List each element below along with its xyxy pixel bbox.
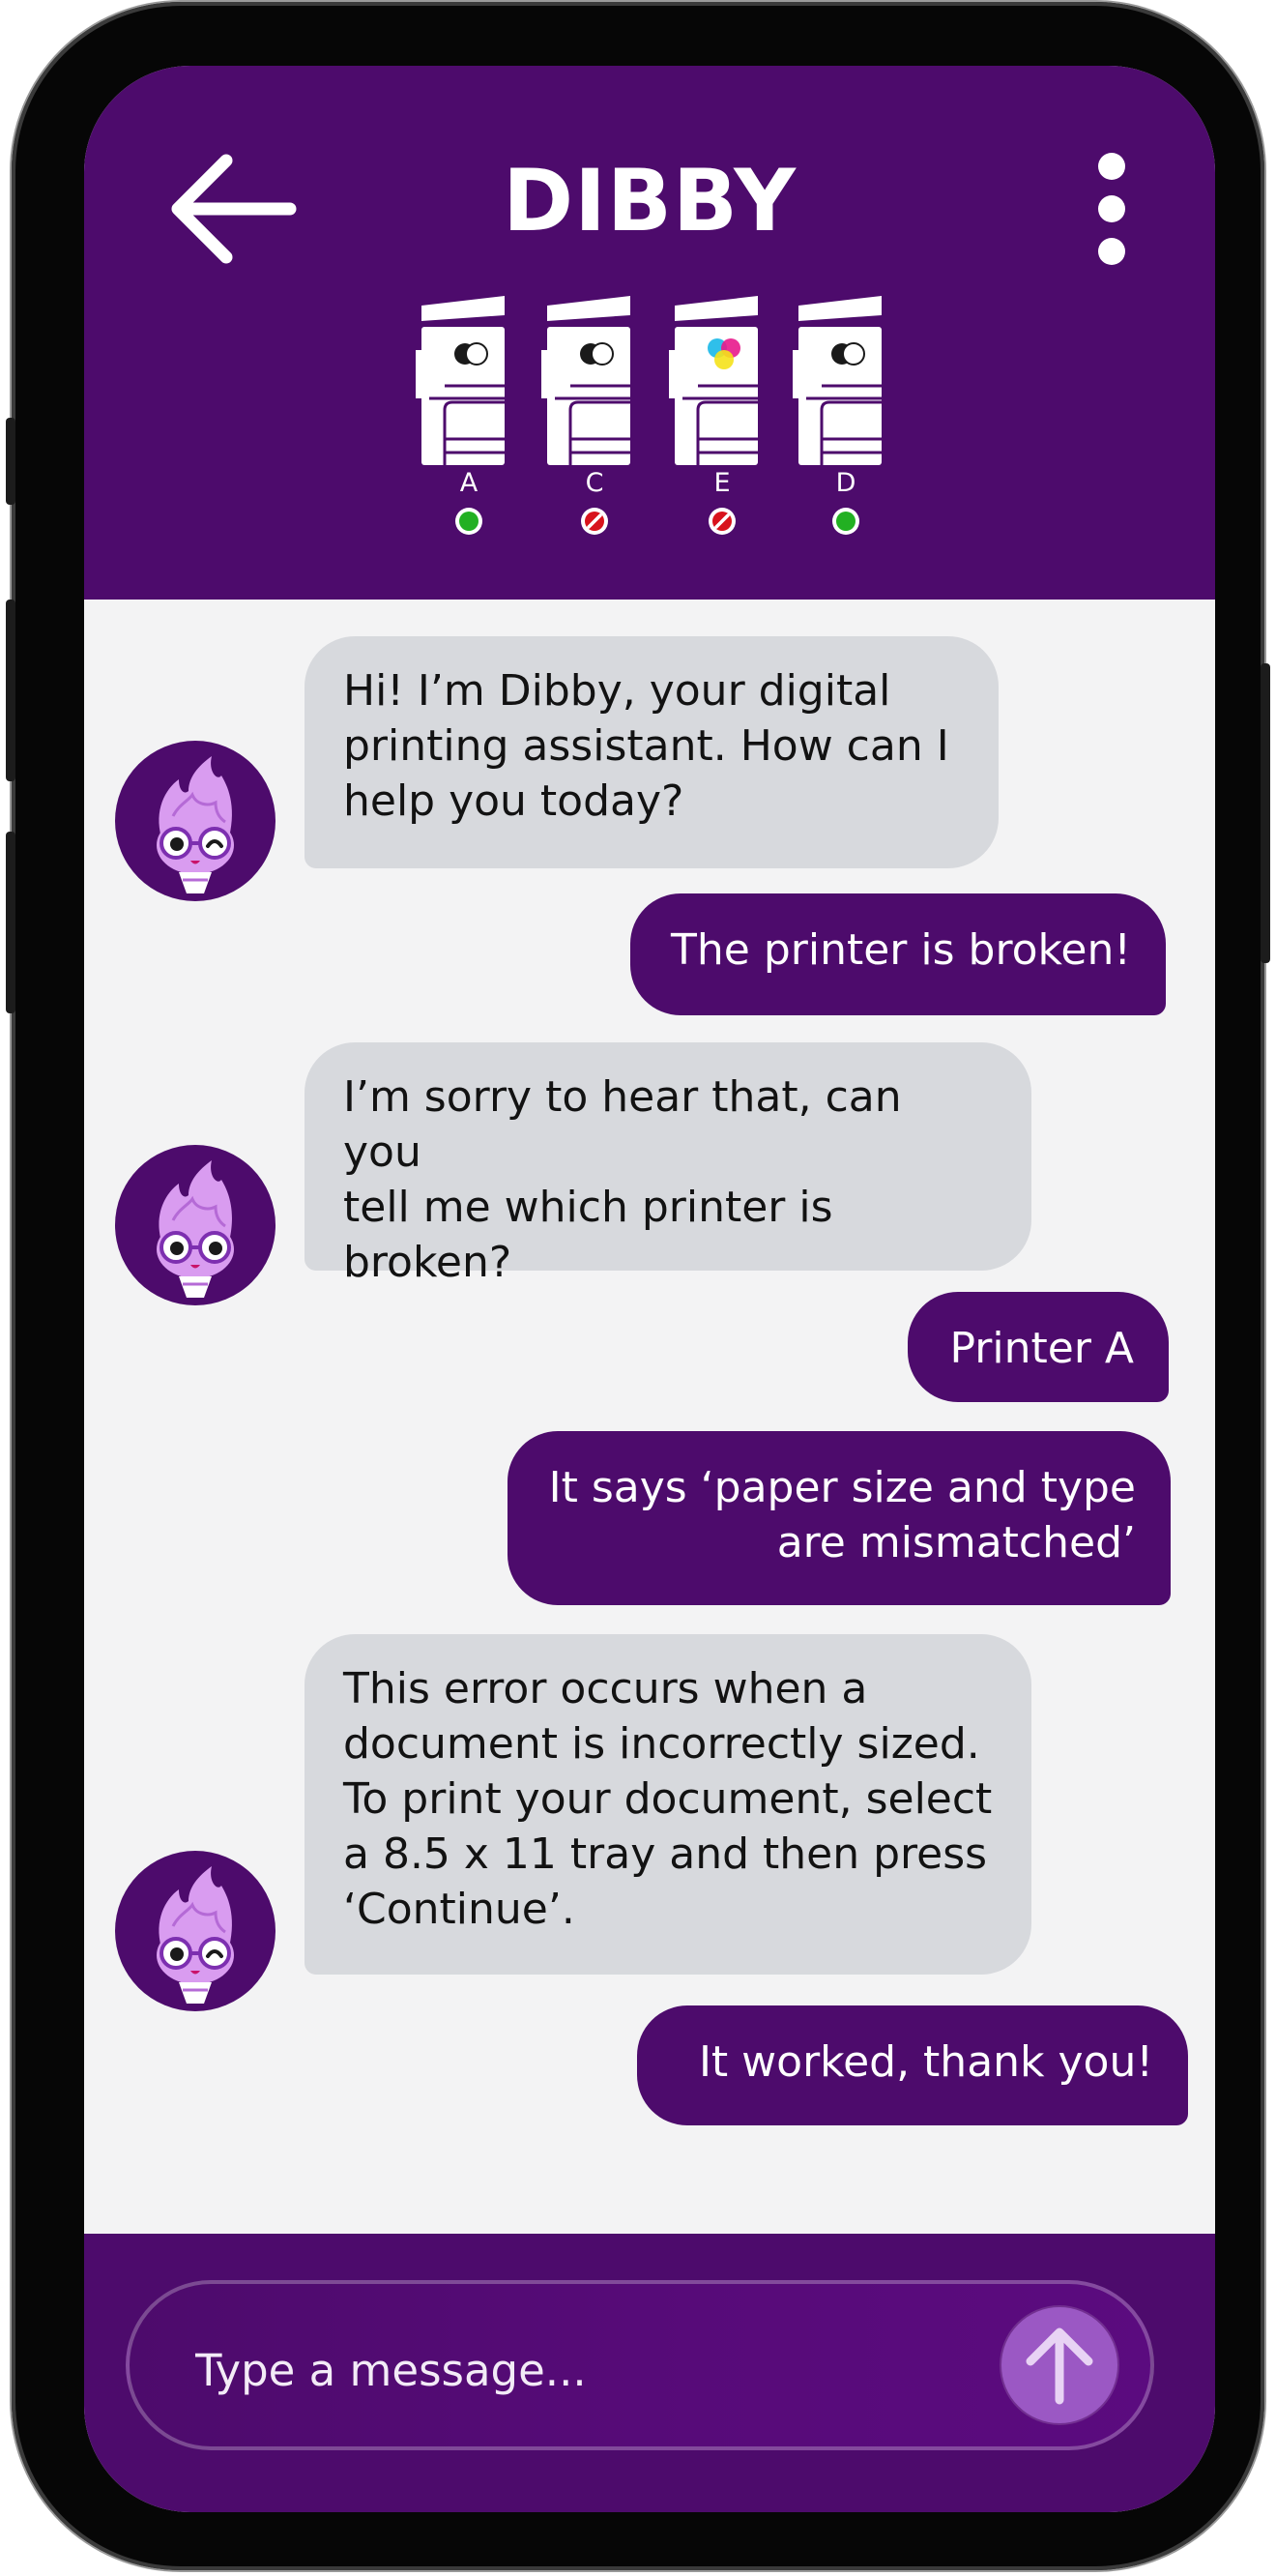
- user-message: It worked, thank you!: [637, 2005, 1188, 2125]
- status-error-icon: [581, 508, 608, 535]
- message-line: To print your document, select: [343, 1774, 993, 1824]
- volume-up-button: [6, 600, 15, 781]
- message-line: ‘Continue’.: [343, 1885, 575, 1934]
- dibby-mascot-icon: [115, 1145, 276, 1305]
- message-line: help you today?: [343, 776, 684, 826]
- message-line: I’m sorry to hear that, can you: [343, 1072, 902, 1177]
- message-input[interactable]: [193, 2338, 932, 2402]
- arrow-up-icon: [1026, 2327, 1093, 2405]
- user-message: The printer is broken!: [630, 893, 1166, 1015]
- message-line: Printer A: [949, 1324, 1134, 1373]
- more-options-button[interactable]: [1089, 151, 1134, 267]
- printer-label: C: [585, 468, 604, 498]
- dibby-avatar: [115, 1145, 276, 1305]
- message-line: document is incorrectly sized.: [343, 1719, 980, 1769]
- printer-status-bar: A C E D: [84, 296, 1215, 605]
- power-button: [1261, 663, 1270, 963]
- message-line: are mismatched’: [776, 1518, 1136, 1567]
- dibby-mascot-icon: [115, 741, 276, 901]
- status-ok-icon: [455, 508, 482, 535]
- user-message: It says ‘paper size and type are mismatc…: [508, 1431, 1171, 1605]
- printer-c[interactable]: C: [541, 296, 648, 538]
- printer-icon: [416, 296, 505, 465]
- message-line: Hi! I’m Dibby, your digital: [343, 666, 891, 716]
- message-line: This error occurs when a: [343, 1664, 868, 1713]
- printer-e[interactable]: E: [669, 296, 775, 538]
- message-line: tell me which printer is: [343, 1183, 833, 1232]
- printer-icon: [793, 296, 882, 465]
- phone-frame: DIBBY A C E D Hi! I’m Dibby, your digita…: [6, 2, 1270, 2570]
- send-button[interactable]: [1001, 2307, 1117, 2423]
- printer-icon: [669, 296, 758, 465]
- status-ok-icon: [832, 508, 859, 535]
- message-line: The printer is broken!: [671, 925, 1131, 975]
- chat-thread: Hi! I’m Dibby, your digital printing ass…: [84, 600, 1215, 2234]
- printer-label: D: [835, 468, 856, 498]
- dibby-avatar: [115, 1851, 276, 2011]
- message-line: It worked, thank you!: [698, 2037, 1153, 2087]
- printer-d[interactable]: D: [793, 296, 899, 538]
- printer-label: A: [459, 468, 478, 498]
- message-line: broken?: [343, 1238, 512, 1287]
- message-composer: [84, 2234, 1215, 2512]
- message-input-container: [126, 2280, 1154, 2450]
- app-screen: DIBBY A C E D Hi! I’m Dibby, your digita…: [84, 66, 1215, 2512]
- more-vertical-icon: [1098, 153, 1125, 265]
- volume-down-button: [6, 832, 15, 1013]
- message-line: It says ‘paper size and type: [548, 1463, 1136, 1512]
- printer-label: E: [713, 468, 731, 498]
- message-line: printing assistant. How can I: [343, 721, 949, 771]
- message-line: a 8.5 x 11 tray and then press: [343, 1830, 988, 1879]
- printer-a[interactable]: A: [416, 296, 522, 538]
- status-error-icon: [709, 508, 736, 535]
- dibby-mascot-icon: [115, 1851, 276, 2011]
- dibby-avatar: [115, 741, 276, 901]
- user-message: Printer A: [908, 1292, 1169, 1402]
- silent-switch: [6, 418, 15, 505]
- bot-message: This error occurs when a document is inc…: [304, 1634, 1031, 1975]
- bot-message: Hi! I’m Dibby, your digital printing ass…: [304, 636, 999, 868]
- bot-message: I’m sorry to hear that, can you tell me …: [304, 1042, 1031, 1287]
- app-header: DIBBY A C E D: [84, 66, 1215, 600]
- printer-icon: [541, 296, 630, 465]
- app-title: DIBBY: [503, 151, 797, 250]
